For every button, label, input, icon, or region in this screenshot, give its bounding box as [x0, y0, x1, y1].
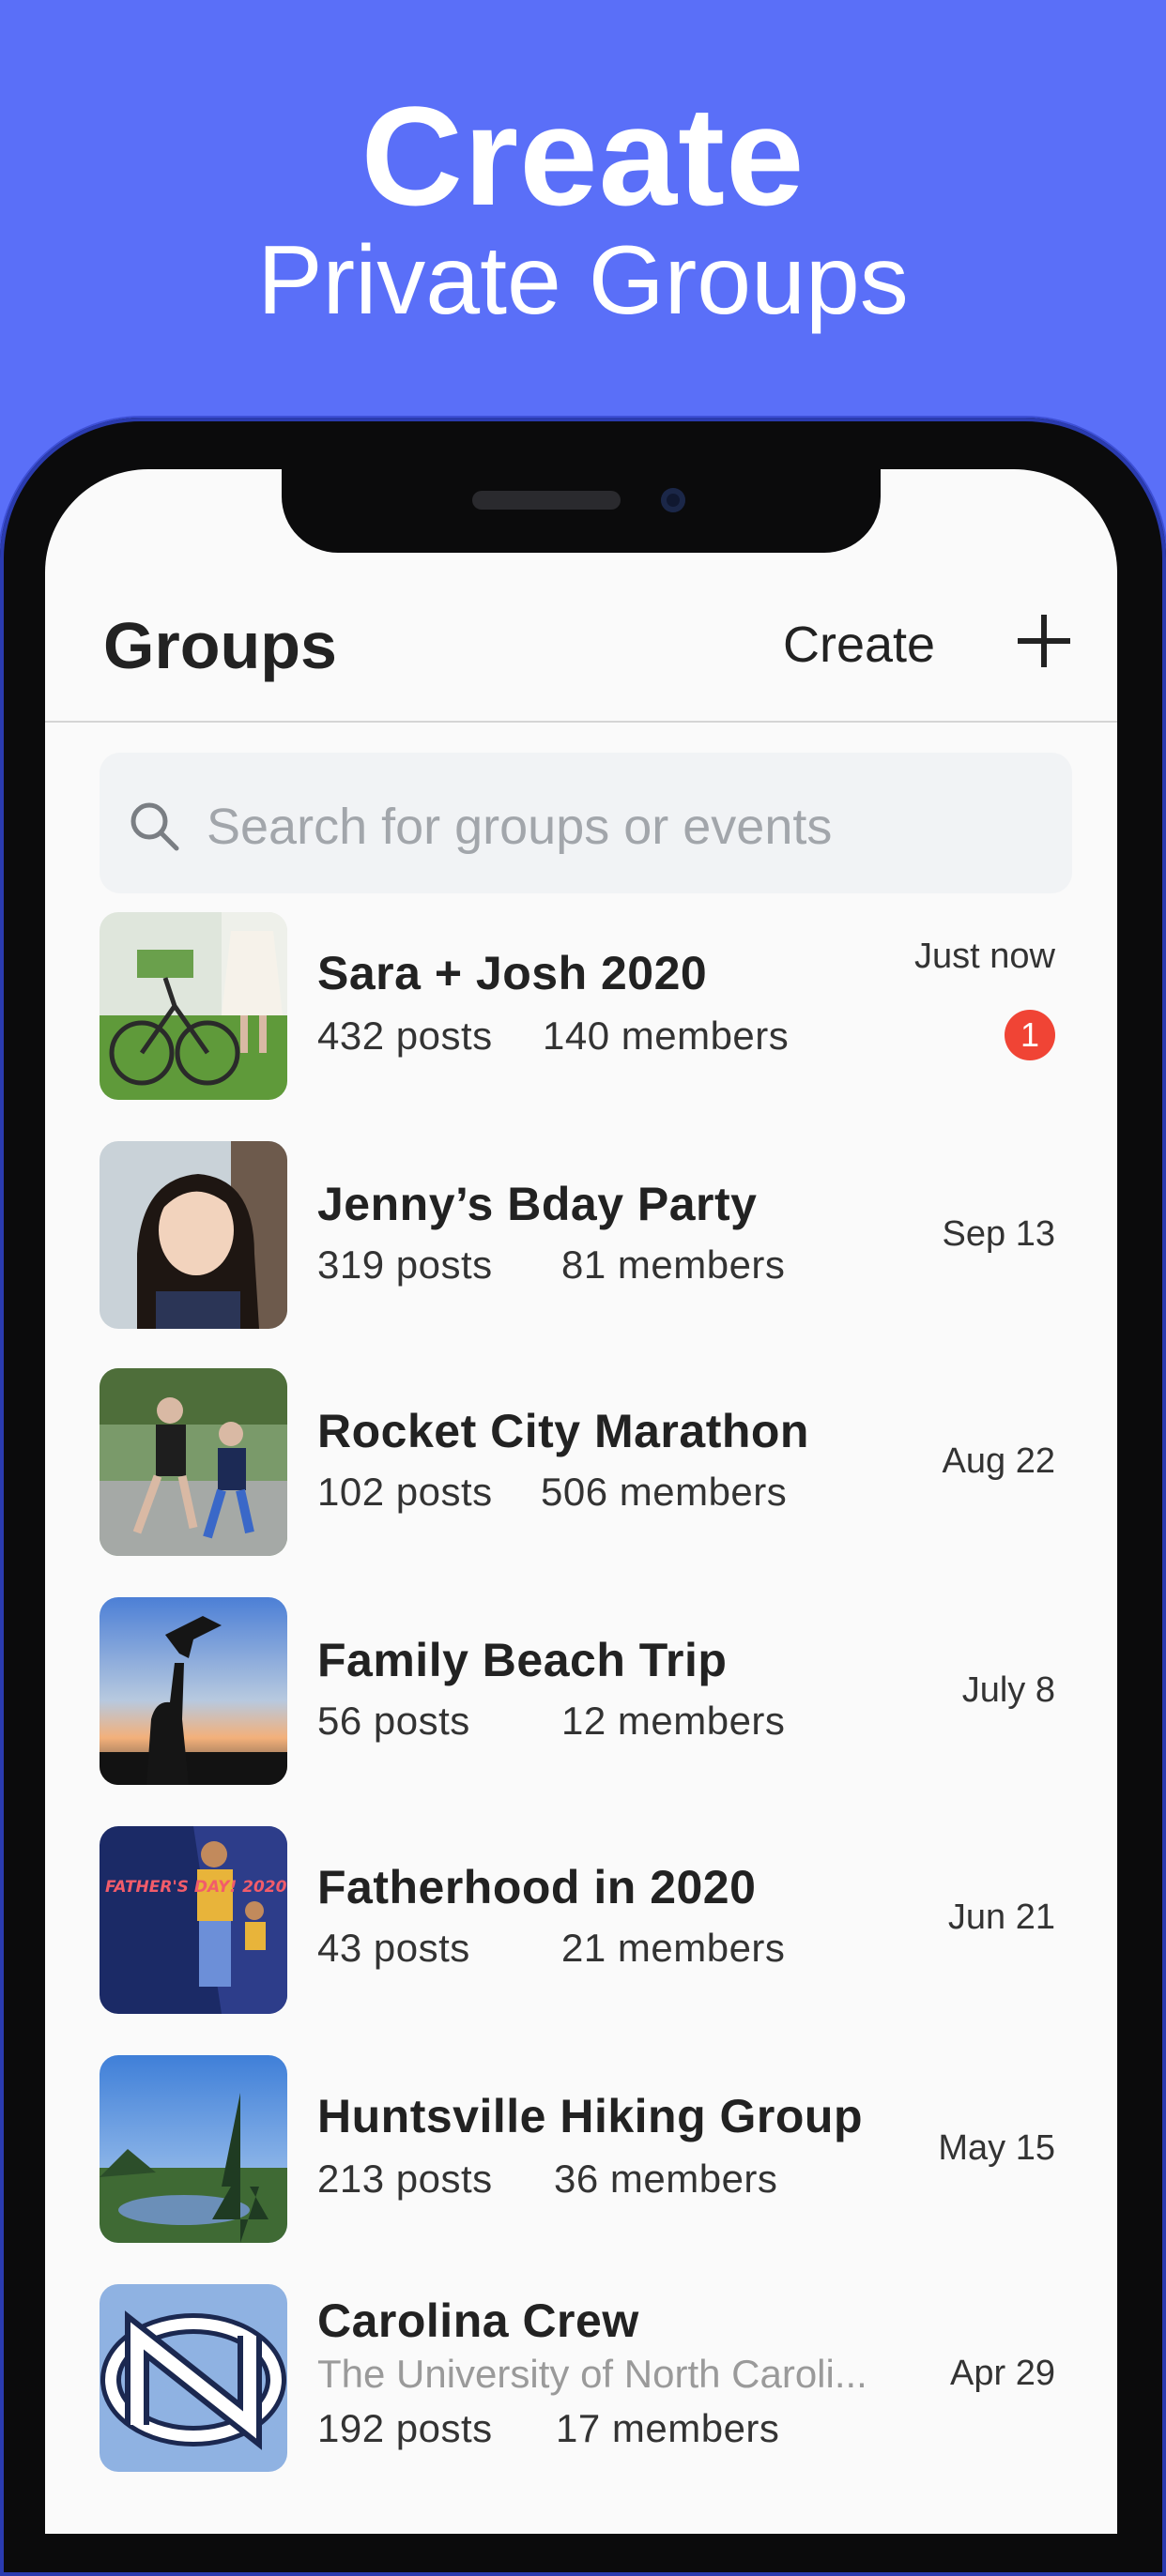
member-count: 506 members: [541, 1470, 788, 1514]
list-item[interactable]: Sara + Josh 2020 432 posts 140 members J…: [100, 912, 1072, 1100]
speaker-grille: [472, 491, 621, 510]
group-title: Carolina Crew: [317, 2294, 639, 2347]
member-count: 21 members: [561, 1926, 786, 1970]
beach-sunset-photo: [100, 1597, 287, 1785]
app-screen: Groups Create Search for groups or event…: [45, 469, 1117, 2534]
list-item[interactable]: FATHER'S DAY! 2020 Fatherhood in 2020 43…: [100, 1826, 1072, 2014]
last-activity: May 15: [938, 2128, 1055, 2168]
group-title: Family Beach Trip: [317, 1634, 728, 1686]
last-activity: Aug 22: [942, 1441, 1055, 1481]
member-count: 140 members: [543, 1014, 790, 1058]
fathers-day-poster: FATHER'S DAY! 2020: [100, 1826, 287, 2014]
girl-portrait-photo: [100, 1141, 287, 1329]
group-title: Huntsville Hiking Group: [317, 2090, 863, 2142]
group-subtitle: The University of North Caroli...: [317, 2352, 867, 2396]
member-count: 81 members: [561, 1242, 786, 1287]
member-count: 17 members: [556, 2406, 780, 2450]
unread-badge: 1: [1005, 1010, 1055, 1060]
last-activity: Just now: [914, 937, 1055, 976]
list-item[interactable]: Family Beach Trip 56 posts 12 members Ju…: [100, 1597, 1072, 1785]
last-activity: Jun 21: [947, 1898, 1055, 1937]
header-divider: [45, 721, 1117, 723]
search-icon: [130, 802, 179, 851]
list-item[interactable]: Rocket City Marathon 102 posts 506 membe…: [100, 1368, 1072, 1556]
group-title: Jenny’s Bday Party: [317, 1178, 758, 1230]
promo-subheadline: Private Groups: [257, 226, 909, 335]
group-title: Fatherhood in 2020: [317, 1861, 757, 1913]
post-count: 43 posts: [317, 1926, 470, 1970]
post-count: 192 posts: [317, 2406, 493, 2450]
runners-photo: [100, 1368, 287, 1556]
member-count: 36 members: [554, 2157, 778, 2201]
poster-text: FATHER'S DAY! 2020: [105, 1878, 287, 1897]
post-count: 319 posts: [317, 1242, 493, 1287]
post-count: 102 posts: [317, 1470, 493, 1514]
last-activity: Sep 13: [942, 1214, 1055, 1254]
create-button[interactable]: Create: [783, 616, 935, 674]
last-activity: July 8: [961, 1670, 1055, 1710]
page-title: Groups: [103, 609, 337, 682]
list-item[interactable]: Carolina Crew The University of North Ca…: [100, 2284, 1072, 2472]
group-title: Rocket City Marathon: [317, 1405, 809, 1457]
list-item[interactable]: Huntsville Hiking Group 213 posts 36 mem…: [100, 2055, 1072, 2243]
member-count: 12 members: [561, 1699, 786, 1743]
camera-icon: [661, 488, 685, 512]
search-bar[interactable]: Search for groups or events: [100, 753, 1072, 893]
search-input[interactable]: Search for groups or events: [207, 798, 832, 856]
bicycle-photo: [100, 912, 287, 1100]
mountain-lake-photo: [100, 2055, 287, 2243]
promo-headline: Create: [361, 77, 805, 235]
post-count: 432 posts: [317, 1014, 493, 1058]
list-item[interactable]: Jenny’s Bday Party 319 posts 81 members …: [100, 1141, 1072, 1329]
post-count: 213 posts: [317, 2157, 493, 2201]
last-activity: Apr 29: [950, 2354, 1055, 2393]
plus-icon[interactable]: [1018, 615, 1070, 667]
nc-logo: [100, 2284, 287, 2472]
post-count: 56 posts: [317, 1699, 470, 1743]
group-title: Sara + Josh 2020: [317, 947, 708, 999]
